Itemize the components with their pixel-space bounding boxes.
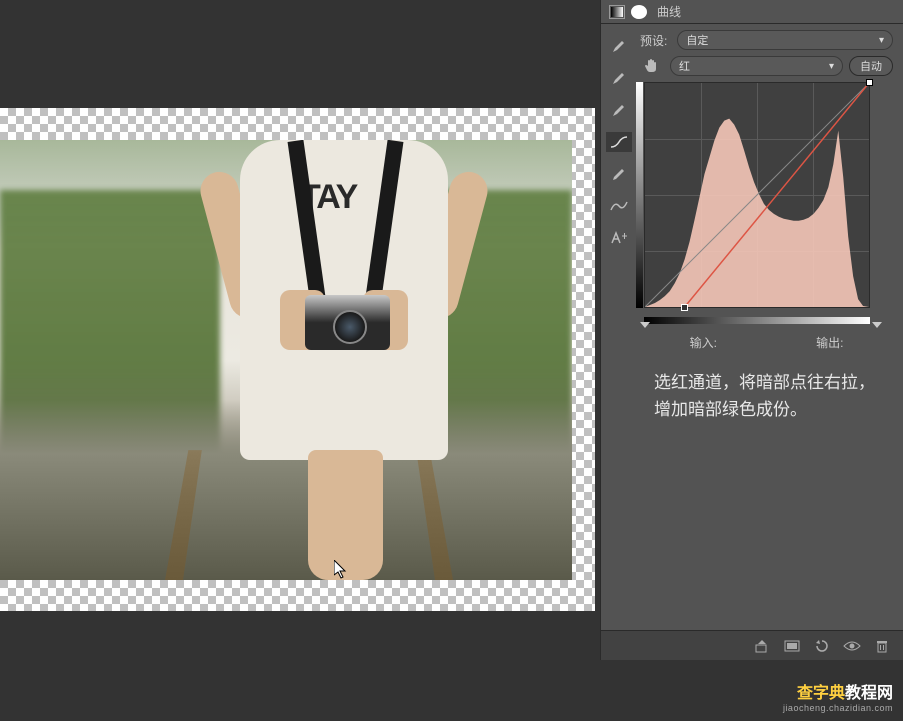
mask-icon[interactable] [631, 5, 647, 19]
auto-button[interactable]: 自动 [849, 56, 893, 76]
curves-panel: 曲线 [600, 0, 903, 660]
visibility-icon[interactable] [839, 635, 865, 657]
cursor-icon [334, 560, 350, 580]
output-label: 输出: [816, 334, 843, 351]
pencil-tool-icon[interactable] [606, 164, 632, 184]
instruction-text: 选红通道，将暗部点往右拉，增加暗部绿色成份。 [640, 351, 893, 441]
curve-point-shadow[interactable] [681, 304, 688, 311]
white-point-slider[interactable] [872, 322, 882, 328]
watermark-url: jiaocheng.chazidian.com [783, 703, 893, 713]
watermark-brand-suffix: 教程网 [845, 685, 893, 702]
trash-icon[interactable] [869, 635, 895, 657]
watermark-brand-prefix: 查字典 [797, 685, 845, 702]
watermark: 查字典教程网 jiaocheng.chazidian.com [783, 679, 893, 713]
eyedropper-white-icon[interactable] [606, 100, 632, 120]
input-gradient [644, 317, 870, 324]
targeted-adjustment-icon[interactable] [640, 56, 664, 76]
channel-select[interactable]: 红 [670, 56, 843, 76]
view-previous-icon[interactable] [779, 635, 805, 657]
black-point-slider[interactable] [640, 322, 650, 328]
text-annotation-icon[interactable] [606, 228, 632, 248]
canvas-area[interactable]: TAY [0, 0, 600, 660]
clip-to-layer-icon[interactable] [749, 635, 775, 657]
panel-title: 曲线 [657, 3, 681, 20]
output-gradient [636, 82, 643, 308]
curves-editor[interactable] [644, 82, 878, 316]
camera-prop [305, 295, 390, 350]
adjustment-icon[interactable] [609, 5, 625, 19]
watermark-area: 查字典教程网 jiaocheng.chazidian.com [0, 681, 903, 721]
curve-line[interactable] [645, 83, 869, 307]
reset-icon[interactable] [809, 635, 835, 657]
curve-point-tool-icon[interactable] [606, 132, 632, 152]
preset-label: 预设: [640, 32, 667, 49]
panel-footer [601, 630, 903, 660]
eyedropper-black-icon[interactable] [606, 36, 632, 56]
eyedropper-gray-icon[interactable] [606, 68, 632, 88]
smooth-tool-icon[interactable] [606, 196, 632, 216]
panel-header: 曲线 [601, 0, 903, 24]
eyedropper-tools [601, 24, 636, 630]
image-content: TAY [0, 140, 572, 580]
curve-point-highlight[interactable] [866, 79, 873, 86]
preset-select[interactable]: 自定 [677, 30, 893, 50]
input-label: 输入: [690, 334, 717, 351]
